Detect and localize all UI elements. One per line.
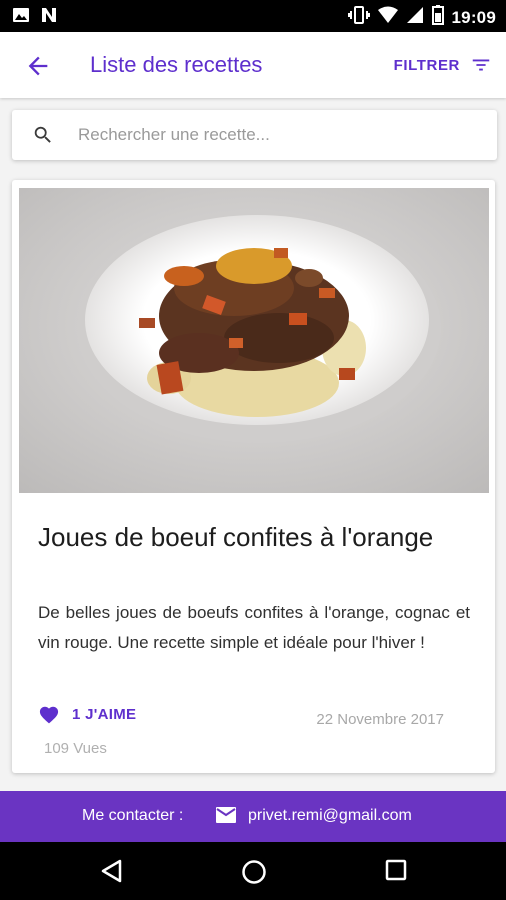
recents-square-icon[interactable] [385, 859, 407, 886]
filter-icon [472, 59, 490, 71]
heart-icon [39, 706, 59, 724]
contact-footer: Me contacter : privet.remi@gmail.com [0, 791, 506, 842]
signal-icon [406, 6, 424, 29]
contact-email-link[interactable]: privet.remi@gmail.com [248, 807, 412, 825]
recipe-card[interactable]: Joues de boeuf confites à l'orange De be… [12, 180, 495, 773]
vibrate-icon [347, 5, 370, 30]
mail-icon [215, 806, 237, 829]
recipe-description: De belles joues de boeufs confites à l'o… [38, 603, 470, 652]
filter-button[interactable]: FILTRER [394, 54, 492, 76]
recipe-date: 22 Novembre 2017 [316, 711, 444, 728]
back-triangle-icon[interactable] [100, 859, 124, 888]
app-bar: Liste des recettes FILTRER [0, 32, 506, 98]
page-title: Liste des recettes [90, 52, 263, 77]
back-button[interactable] [24, 52, 52, 80]
search-icon [32, 124, 54, 151]
filter-label: FILTRER [393, 56, 460, 74]
battery-icon [431, 5, 444, 30]
image-icon [12, 6, 30, 29]
recipe-image[interactable] [19, 188, 489, 493]
recipe-views: 109 Vues [44, 740, 107, 757]
like-count: 1 J'AIME [72, 705, 137, 723]
status-bar: 19:09 [0, 0, 506, 32]
home-circle-icon[interactable] [241, 859, 267, 890]
arrow-left-icon [28, 56, 48, 76]
contact-label: Me contacter : [82, 807, 184, 824]
system-nav-bar [0, 842, 506, 900]
status-time: 19:09 [451, 7, 496, 27]
wifi-icon [377, 6, 398, 29]
recipe-title[interactable]: Joues de boeuf confites à l'orange [38, 520, 468, 555]
n-icon [40, 6, 58, 29]
search-box[interactable] [12, 110, 497, 160]
like-button[interactable]: 1 J'AIME [38, 704, 136, 724]
search-input[interactable] [78, 110, 478, 160]
